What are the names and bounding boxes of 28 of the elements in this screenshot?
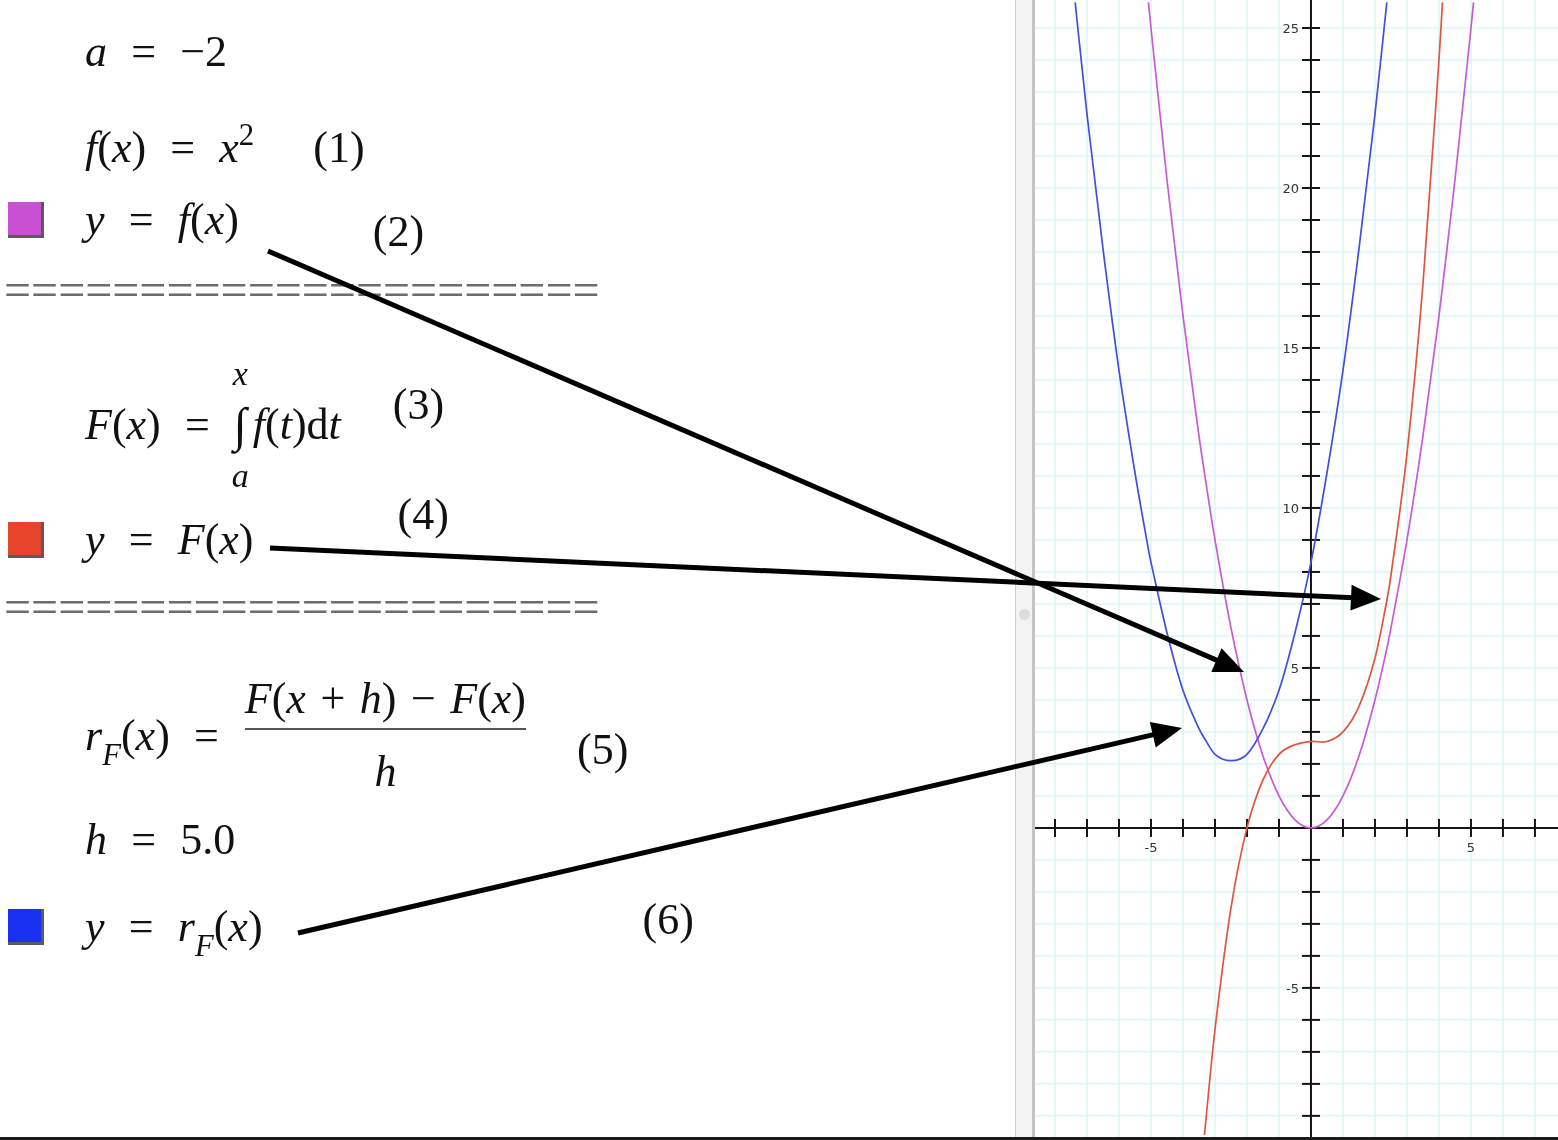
- axis-tick-label: 20: [1282, 181, 1299, 196]
- axis-tick-label: 25: [1282, 21, 1299, 36]
- fraction-denominator: h: [374, 746, 397, 798]
- axis-tick-label: 5: [1290, 660, 1299, 676]
- axis-tick-label: 15: [1282, 340, 1299, 356]
- integrand: f(t): [252, 399, 307, 451]
- equation-number: (5): [577, 723, 629, 776]
- differential: dt: [306, 399, 341, 451]
- fraction-numerator: F(x + h) − F(x): [244, 673, 526, 725]
- equation-number: (6): [642, 894, 694, 946]
- equation-number: (2): [372, 206, 425, 258]
- equation: h = 5.0: [85, 814, 236, 866]
- axis-tick-label: 10: [1282, 500, 1299, 516]
- equation: a = −2: [85, 26, 228, 78]
- equation-number: (3): [392, 379, 445, 431]
- equation-number: (4): [397, 489, 449, 541]
- equation-number: (1): [313, 122, 365, 174]
- equation-lhs: F(x) =: [85, 399, 210, 451]
- equation: f(x) = x$^{2}$: [85, 120, 255, 174]
- equation-lhs: r$_{F}$(x) =: [85, 709, 219, 764]
- integral-sign: ∫: [233, 395, 247, 455]
- axis-tick-label: -5: [1144, 839, 1158, 855]
- separator-text: ======================: [4, 583, 600, 631]
- pane-splitter[interactable]: [1015, 0, 1035, 1137]
- integral-lower-limit: a: [231, 456, 249, 496]
- axis-tick-label: 5: [1466, 839, 1476, 855]
- integral-upper-limit: x: [232, 354, 248, 394]
- axis-tick-label: -5: [1286, 980, 1299, 996]
